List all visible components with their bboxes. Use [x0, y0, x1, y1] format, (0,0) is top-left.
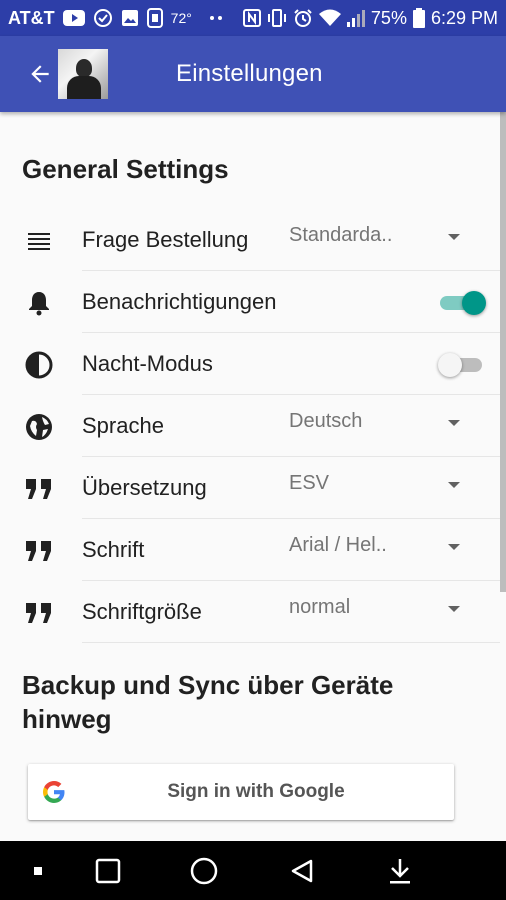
back-button[interactable] [22, 56, 58, 92]
setting-language[interactable]: Sprache Deutsch [0, 395, 500, 457]
setting-value: Deutsch [289, 410, 363, 432]
nfc-icon [242, 9, 261, 27]
carrier-label: AT&T [8, 7, 55, 28]
temperature-label: 72° [170, 10, 192, 26]
section-title-general: General Settings [22, 154, 229, 184]
app-icon [146, 8, 163, 28]
setting-label: Schriftgröße [82, 599, 202, 624]
more-dots-icon [209, 15, 222, 21]
setting-label: Sprache [82, 413, 164, 438]
section-title-backup: Backup und Sync über Geräte hinweg [22, 668, 393, 736]
dropdown-arrow-icon[interactable] [448, 234, 460, 240]
setting-font-size[interactable]: Schriftgröße normal [0, 581, 500, 643]
dot-icon[interactable] [24, 857, 52, 885]
clock: 6:29 PM [430, 7, 498, 28]
app-bar: Einstellungen [0, 36, 506, 112]
setting-label: Übersetzung [82, 475, 207, 500]
battery-icon [412, 8, 425, 28]
status-bar: AT&T 72° 75% 6:29 PM [0, 0, 506, 36]
quote-icon [22, 536, 56, 566]
back-triangle-icon[interactable] [288, 857, 316, 885]
setting-value: ESV [289, 472, 330, 494]
setting-question-order[interactable]: Frage Bestellung Standarda.. [0, 209, 500, 271]
signal-icon [346, 9, 365, 27]
list-icon [22, 226, 56, 256]
image-icon [121, 9, 139, 27]
night-mode-toggle[interactable] [438, 353, 482, 377]
globe-icon [22, 412, 56, 442]
setting-night-mode[interactable]: Nacht-Modus [0, 333, 500, 395]
scrollbar[interactable] [500, 112, 506, 592]
contrast-icon [22, 350, 56, 380]
recents-square-icon[interactable] [94, 857, 122, 885]
setting-label: Benachrichtigungen [82, 289, 277, 314]
bell-icon [22, 288, 56, 318]
check-circle-icon [93, 8, 113, 28]
system-nav-bar [0, 841, 506, 900]
settings-content[interactable]: General Settings Frage Bestellung Standa… [0, 112, 506, 841]
setting-value: Standarda.. [289, 224, 393, 246]
google-sign-in-button[interactable]: Sign in with Google [28, 764, 454, 820]
section-title-line: Backup und Sync über Geräte [22, 670, 394, 700]
setting-value: normal [289, 596, 351, 618]
download-arrow-icon[interactable] [386, 857, 414, 885]
home-circle-icon[interactable] [190, 857, 218, 885]
quote-icon [22, 598, 56, 628]
vibrate-icon [267, 9, 287, 27]
google-button-label: Sign in with Google [167, 781, 345, 802]
setting-notifications[interactable]: Benachrichtigungen [0, 271, 500, 333]
quote-icon [22, 474, 56, 504]
dropdown-arrow-icon[interactable] [448, 544, 460, 550]
setting-label: Nacht-Modus [82, 351, 213, 376]
setting-font[interactable]: Schrift Arial / Hel.. [0, 519, 500, 581]
dropdown-arrow-icon[interactable] [448, 482, 460, 488]
setting-translation[interactable]: Übersetzung ESV [0, 457, 500, 519]
setting-label: Schrift [82, 537, 145, 562]
battery-percent: 75% [370, 7, 407, 28]
wifi-icon [318, 9, 341, 27]
notifications-toggle[interactable] [438, 291, 486, 315]
setting-value: Arial / Hel.. [289, 534, 387, 556]
youtube-icon [62, 10, 85, 26]
divider [82, 642, 500, 643]
dropdown-arrow-icon[interactable] [448, 420, 460, 426]
page-title: Einstellungen [176, 60, 323, 87]
setting-label: Frage Bestellung [82, 227, 249, 252]
avatar[interactable] [58, 49, 108, 99]
arrow-back-icon [31, 65, 49, 83]
dropdown-arrow-icon[interactable] [448, 606, 460, 612]
alarm-icon [293, 8, 313, 28]
section-title-line: hinweg [22, 704, 112, 734]
